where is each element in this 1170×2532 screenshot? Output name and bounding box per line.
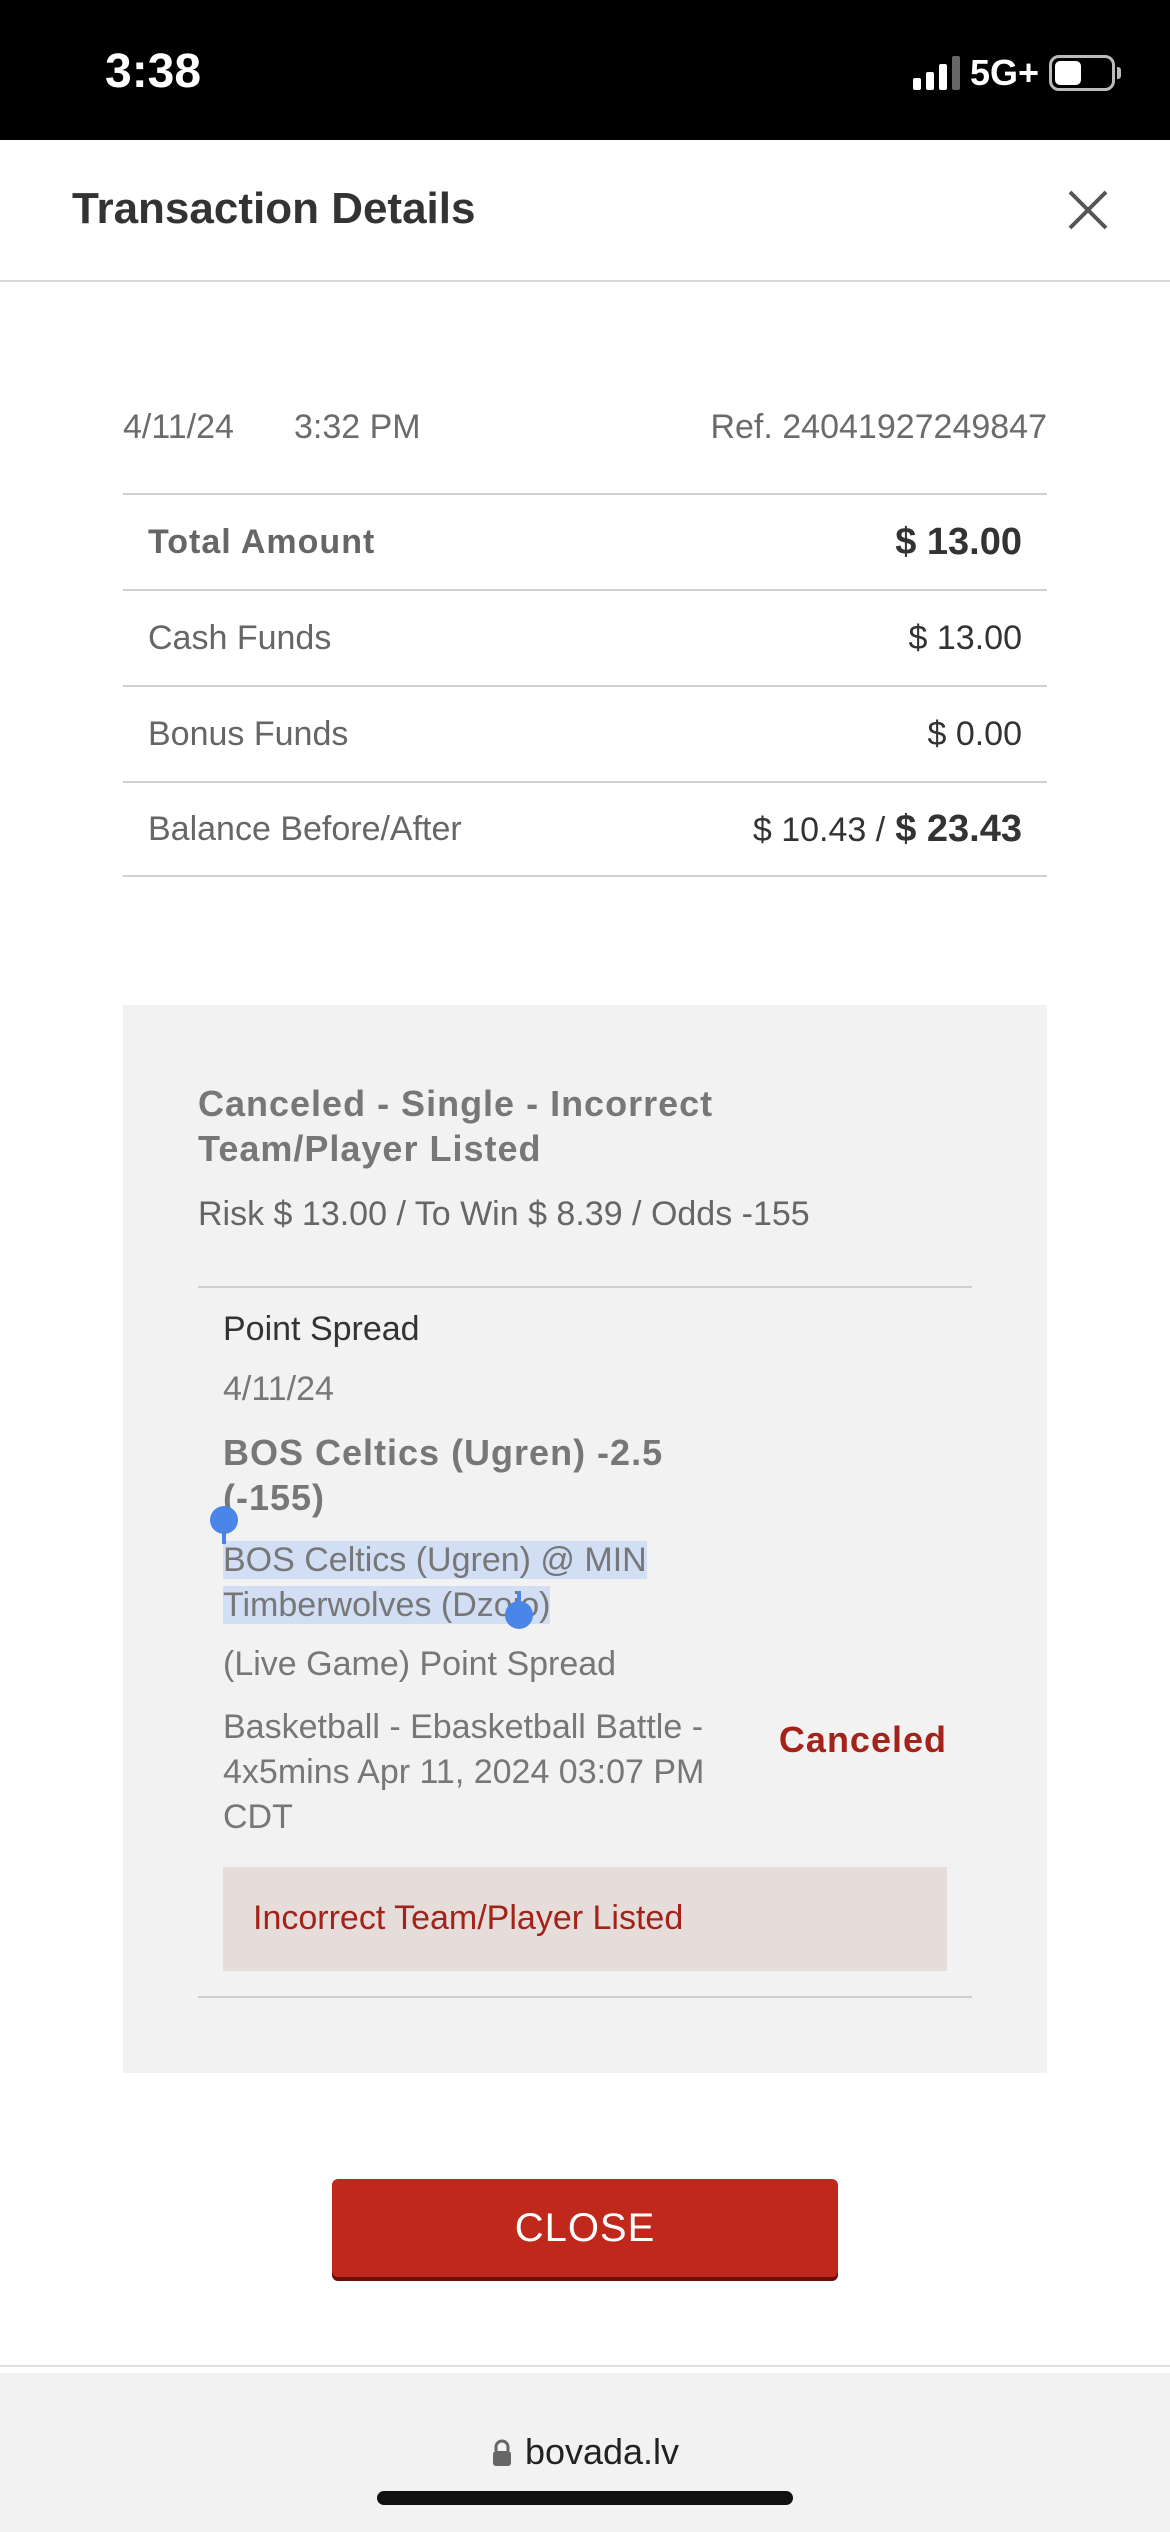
home-indicator[interactable] — [377, 2491, 793, 2505]
close-button[interactable]: CLOSE — [332, 2179, 838, 2277]
selection-date: 4/11/24 — [223, 1370, 334, 1408]
bonus-funds-label: Bonus Funds — [148, 714, 349, 753]
bet-risk-line: Risk $ 13.00 / To Win $ 8.39 / Odds -155 — [198, 1195, 810, 1233]
url-text: bovada.lv — [524, 2431, 680, 2472]
url-display[interactable]: bovada.lv — [0, 2431, 1170, 2473]
transaction-ref: Ref. 24041927249847 — [710, 408, 1047, 446]
amounts-table: Total Amount $ 13.00 Cash Funds $ 13.00 … — [123, 493, 1047, 877]
bonus-funds-row: Bonus Funds $ 0.00 — [123, 685, 1047, 781]
balance-values: $ 10.43 /$ 23.43 — [753, 808, 1022, 851]
selection-handle-end[interactable] — [503, 1591, 535, 1631]
cash-funds-value: $ 13.00 — [908, 618, 1022, 657]
selection-status-badge: Canceled — [778, 1719, 947, 1760]
status-indicators: 5G+ — [912, 52, 1121, 94]
balance-after: $ 23.43 — [895, 807, 1022, 850]
transaction-meta: 4/11/24 3:32 PM Ref. 24041927249847 — [123, 408, 1047, 458]
selection-pick: BOS Celtics (Ugren) -2.5 (-155) — [223, 1432, 664, 1518]
selection-handle-start[interactable] — [208, 1504, 240, 1544]
balance-label: Balance Before/After — [148, 809, 462, 848]
selection-bet-type: (Live Game) Point Spread — [223, 1645, 617, 1683]
close-icon[interactable] — [1058, 180, 1118, 240]
selection-match[interactable]: BOS Celtics (Ugren) @ MIN Timberwolves (… — [223, 1538, 763, 1628]
content-edge — [0, 2365, 1170, 2373]
total-amount-label: Total Amount — [148, 522, 376, 561]
modal-header: Transaction Details — [0, 140, 1170, 282]
divider — [198, 1996, 972, 1998]
balance-before: $ 10.43 / — [752, 810, 886, 849]
cash-funds-label: Cash Funds — [148, 618, 332, 657]
page-title: Transaction Details — [72, 184, 476, 233]
status-bar: 3:38 5G+ — [0, 0, 1170, 140]
battery-icon — [1049, 55, 1121, 91]
status-time: 3:38 — [105, 45, 202, 98]
total-amount-value: $ 13.00 — [895, 520, 1022, 563]
cancel-reason-box: Incorrect Team/Player Listed — [223, 1867, 947, 1971]
bet-card: Canceled - Single - Incorrect Team/Playe… — [123, 1005, 1047, 2073]
cancel-reason-text: Incorrect Team/Player Listed — [253, 1899, 684, 1937]
network-type: 5G+ — [969, 52, 1039, 93]
balance-row: Balance Before/After $ 10.43 /$ 23.43 — [123, 781, 1047, 877]
selection-event: Basketball - Ebasketball Battle - 4x5min… — [223, 1708, 705, 1836]
signal-icon — [912, 56, 960, 90]
divider — [198, 1286, 972, 1288]
bonus-funds-value: $ 0.00 — [927, 714, 1022, 753]
cash-funds-row: Cash Funds $ 13.00 — [123, 589, 1047, 685]
transaction-date: 4/11/24 — [123, 408, 234, 446]
bet-status-title: Canceled - Single - Incorrect Team/Playe… — [198, 1083, 714, 1169]
browser-address-bar[interactable]: bovada.lv — [0, 2373, 1170, 2532]
lock-icon — [492, 2439, 511, 2466]
selected-text-highlight: BOS Celtics (Ugren) @ MIN Timberwolves (… — [223, 1541, 647, 1624]
total-amount-row: Total Amount $ 13.00 — [123, 493, 1047, 589]
selection-market: Point Spread — [223, 1310, 420, 1348]
transaction-time: 3:32 PM — [294, 408, 421, 446]
